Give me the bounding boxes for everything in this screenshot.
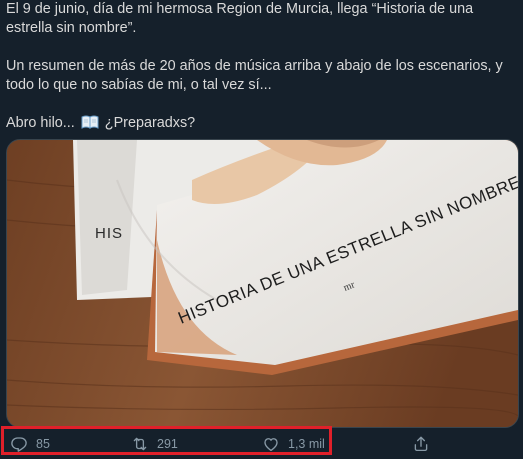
back-book-title: HIS xyxy=(95,225,123,242)
heart-icon xyxy=(264,438,278,452)
tweet-media-photo[interactable]: HIS HISTORIA DE UNA ESTRELLA SIN NOMBRE … xyxy=(6,139,519,428)
tweet-paragraph-1: El 9 de junio, día de mi hermosa Region … xyxy=(6,1,474,36)
book-photo: HIS HISTORIA DE UNA ESTRELLA SIN NOMBRE … xyxy=(7,140,518,427)
like-button[interactable]: 1,3 mil xyxy=(262,434,325,454)
question-text: ¿Preparadxs? xyxy=(104,115,196,131)
thread-text: Abro hilo... xyxy=(6,115,75,131)
retweet-count: 291 xyxy=(157,437,178,451)
retweet-button[interactable]: 291 xyxy=(131,434,178,454)
reply-button[interactable]: 85 xyxy=(10,434,50,454)
tweet-text: El 9 de junio, día de mi hermosa Region … xyxy=(6,0,518,133)
share-icon xyxy=(414,436,428,452)
reply-count: 85 xyxy=(36,437,50,451)
reply-icon xyxy=(11,437,27,452)
tweet-paragraph-2: Un resumen de más de 20 años de música a… xyxy=(6,58,503,93)
like-count: 1,3 mil xyxy=(288,437,325,451)
open-book-icon xyxy=(81,115,99,129)
tweet-paragraph-3: Abro hilo... ¿Preparadxs? xyxy=(6,114,518,133)
share-button[interactable] xyxy=(412,434,430,454)
tweet-actions: 85 291 1,3 mil xyxy=(0,426,523,459)
retweet-icon xyxy=(133,437,147,451)
